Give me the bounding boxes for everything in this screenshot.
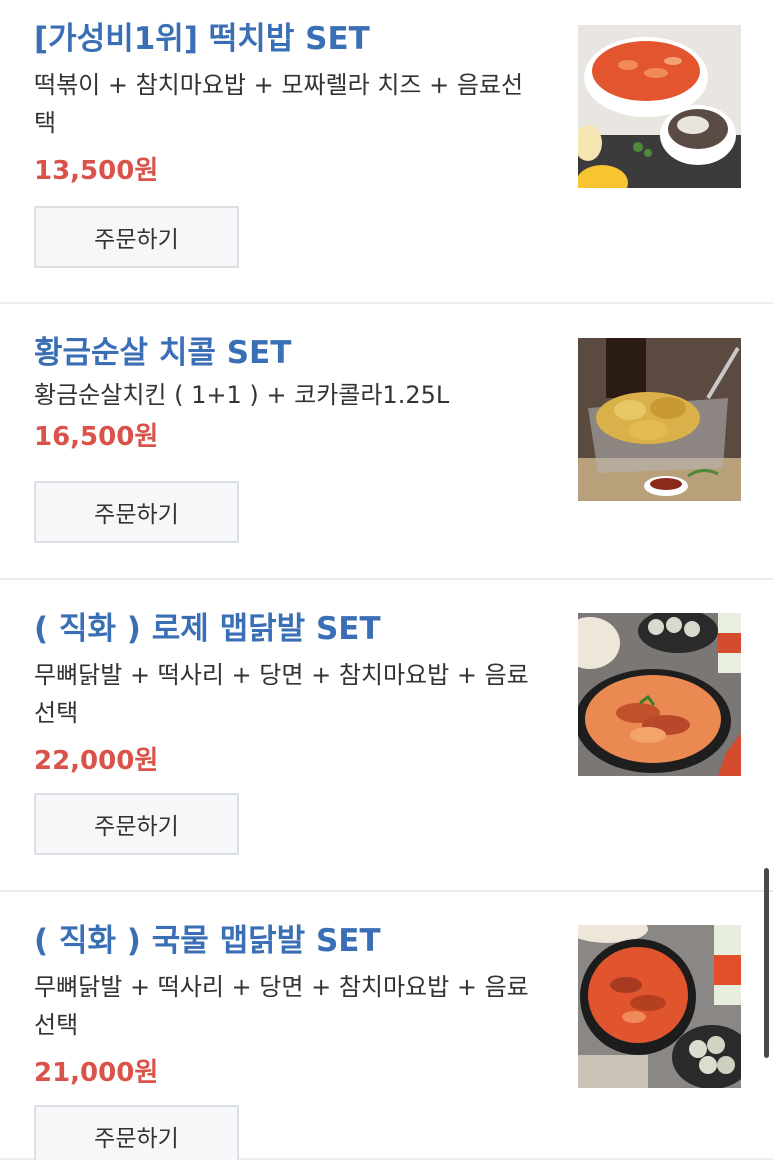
tteokbokki-set-photo [578, 25, 741, 188]
menu-item-description: 무뼈닭발 + 떡사리 + 당면 + 참치마요밥 + 음료선택 [34, 973, 529, 1039]
menu-item-price: 16,500원 [34, 422, 159, 452]
menu-item-image[interactable] [578, 25, 741, 188]
fried-chicken-basket-photo [578, 338, 741, 501]
menu-item-description: 황금순살치킨 ( 1+1 ) + 코카콜라1.25L [34, 381, 450, 409]
menu-item-info: [가성비1위] 떡치밥 SET 떡볶이 + 참치마요밥 + 모짜렐라 치즈 + … [34, 20, 554, 188]
menu-item-info: 황금순살 치콜 SET 황금순살치킨 ( 1+1 ) + 코카콜라1.25L 1… [34, 334, 554, 454]
menu-item-price: 13,500원 [34, 156, 159, 186]
menu-item[interactable]: ( 직화 ) 국물 맵닭발 SET 무뼈닭발 + 떡사리 + 당면 + 참치마요… [0, 892, 773, 1160]
order-button[interactable]: 주문하기 [34, 481, 239, 543]
order-button[interactable]: 주문하기 [34, 1105, 239, 1160]
order-button[interactable]: 주문하기 [34, 793, 239, 855]
menu-item-info: ( 직화 ) 국물 맵닭발 SET 무뼈닭발 + 떡사리 + 당면 + 참치마요… [34, 922, 554, 1090]
menu-item-description: 떡볶이 + 참치마요밥 + 모짜렐라 치즈 + 음료선택 [34, 71, 524, 137]
menu-item[interactable]: 황금순살 치콜 SET 황금순살치킨 ( 1+1 ) + 코카콜라1.25L 1… [0, 304, 773, 580]
menu-item-price: 21,000원 [34, 1058, 159, 1088]
scrollbar[interactable] [764, 868, 769, 1058]
menu-item-price: 22,000원 [34, 746, 159, 776]
menu-item-title[interactable]: ( 직화 ) 국물 맵닭발 SET [34, 922, 554, 960]
menu-item-image[interactable] [578, 613, 741, 776]
menu-item[interactable]: ( 직화 ) 로제 맵닭발 SET 무뼈닭발 + 떡사리 + 당면 + 참치마요… [0, 580, 773, 892]
menu-list: [가성비1위] 떡치밥 SET 떡볶이 + 참치마요밥 + 모짜렐라 치즈 + … [0, 0, 773, 1160]
menu-item[interactable]: [가성비1위] 떡치밥 SET 떡볶이 + 참치마요밥 + 모짜렐라 치즈 + … [0, 0, 773, 304]
soup-chicken-feet-photo [578, 925, 741, 1088]
menu-item-image[interactable] [578, 925, 741, 1088]
menu-item-title[interactable]: ( 직화 ) 로제 맵닭발 SET [34, 610, 554, 648]
menu-item-description: 무뼈닭발 + 떡사리 + 당면 + 참치마요밥 + 음료선택 [34, 661, 529, 727]
menu-item-info: ( 직화 ) 로제 맵닭발 SET 무뼈닭발 + 떡사리 + 당면 + 참치마요… [34, 610, 554, 778]
menu-item-title[interactable]: [가성비1위] 떡치밥 SET [34, 20, 554, 58]
order-button[interactable]: 주문하기 [34, 206, 239, 268]
rose-chicken-feet-photo [578, 613, 741, 776]
menu-item-title[interactable]: 황금순살 치콜 SET [34, 334, 554, 372]
menu-item-image[interactable] [578, 338, 741, 501]
